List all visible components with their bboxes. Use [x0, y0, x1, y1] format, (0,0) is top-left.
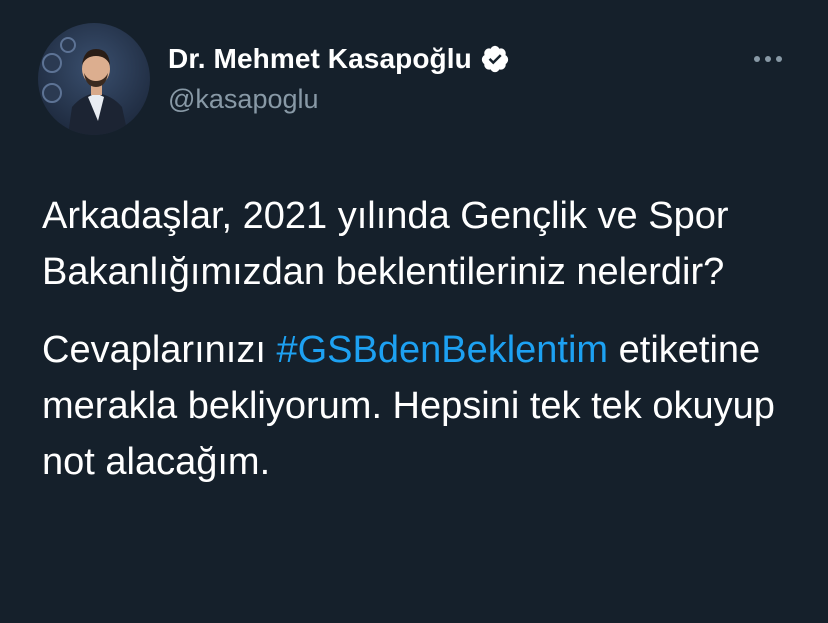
tweet-paragraph-1: Arkadaşlar, 2021 yılında Gençlik ve Spor… — [42, 195, 729, 293]
avatar-image — [38, 23, 150, 135]
hashtag-link[interactable]: #GSBdenBeklentim — [276, 329, 608, 371]
tweet-text: Arkadaşlar, 2021 yılında Gençlik ve Spor… — [42, 188, 802, 512]
avatar[interactable] — [38, 23, 150, 135]
tweet-paragraph-2: Cevaplarınızı #GSBdenBeklentim etiketine… — [42, 322, 802, 490]
tweet-card: Dr. Mehmet Kasapoğlu @kasapoglu Arkadaşl… — [0, 0, 828, 623]
author-handle[interactable]: @kasapoglu — [168, 84, 319, 115]
more-options-button[interactable] — [748, 44, 788, 74]
verified-badge-icon — [480, 44, 510, 74]
more-horizontal-icon — [754, 56, 782, 62]
author-display-name[interactable]: Dr. Mehmet Kasapoğlu — [168, 43, 472, 75]
author-name-row[interactable]: Dr. Mehmet Kasapoğlu — [168, 43, 510, 75]
tweet-text-before-hashtag: Cevaplarınızı — [42, 329, 277, 371]
